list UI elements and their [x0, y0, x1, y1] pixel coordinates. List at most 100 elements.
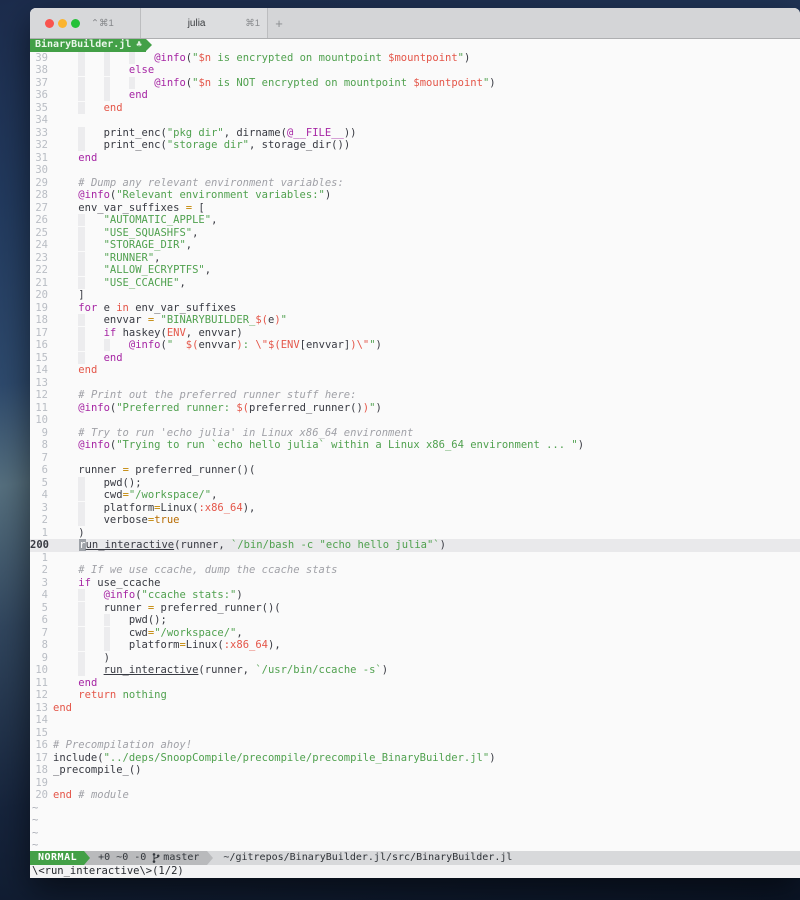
code-line[interactable]: 17include("../deps/SnoopCompile/precompi…: [30, 752, 800, 765]
indent-guide: [129, 52, 135, 64]
code-line[interactable]: 21 "USE_CCACHE",: [30, 277, 800, 290]
line-content: "ALLOW_ECRYPTFS",: [53, 264, 800, 277]
line-content: end: [53, 89, 800, 102]
code-line[interactable]: 3 platform=Linux(:x86_64),: [30, 502, 800, 515]
code-line[interactable]: 9 ): [30, 652, 800, 665]
line-number: 15: [30, 727, 48, 740]
code-line[interactable]: 17 if haskey(ENV, envvar): [30, 327, 800, 340]
code-line[interactable]: 28 @info("Relevant environment variables…: [30, 189, 800, 202]
code-line[interactable]: 25 "USE_SQUASHFS",: [30, 227, 800, 240]
indent-guide: [78, 639, 84, 651]
line-content: return nothing: [53, 689, 800, 702]
line-content: [53, 727, 800, 740]
indent-guide: [78, 264, 84, 276]
line-content: verbose=true: [53, 514, 800, 527]
line-content: pwd();: [53, 614, 800, 627]
code-line[interactable]: 22 "ALLOW_ECRYPTFS",: [30, 264, 800, 277]
code-line[interactable]: 20 ]: [30, 289, 800, 302]
code-line[interactable]: 2 verbose=true: [30, 514, 800, 527]
code-line[interactable]: 20end # module: [30, 789, 800, 802]
tab-julia[interactable]: julia ⌘1: [141, 8, 268, 38]
code-line[interactable]: 15 end: [30, 352, 800, 365]
code-line[interactable]: 19 for e in env_var_suffixes: [30, 302, 800, 315]
code-line[interactable]: 32 print_enc("storage dir", storage_dir(…: [30, 139, 800, 152]
code-line[interactable]: 7 cwd="/workspace/",: [30, 627, 800, 640]
tab-bar-empty-area: [290, 8, 800, 38]
code-line[interactable]: 13end: [30, 702, 800, 715]
code-line[interactable]: 13: [30, 377, 800, 390]
code-line[interactable]: 26 "AUTOMATIC_APPLE",: [30, 214, 800, 227]
code-line[interactable]: 10: [30, 414, 800, 427]
empty-line-tilde: ~: [30, 827, 800, 840]
code-line[interactable]: 14 end: [30, 364, 800, 377]
code-line[interactable]: 14: [30, 714, 800, 727]
search-match: run_interactive: [104, 664, 199, 676]
code-line[interactable]: 8 @info("Trying to run `echo hello julia…: [30, 439, 800, 452]
code-line[interactable]: 4 @info("ccache stats:"): [30, 589, 800, 602]
code-line[interactable]: 31 end: [30, 152, 800, 165]
code-line[interactable]: 8 platform=Linux(:x86_64),: [30, 639, 800, 652]
tilde-area: ~~~~: [30, 802, 800, 852]
line-content: @info("Preferred runner: $(preferred_run…: [53, 402, 800, 415]
code-line[interactable]: 5 pwd();: [30, 477, 800, 490]
line-content: end: [53, 364, 800, 377]
code-line[interactable]: 24 "STORAGE_DIR",: [30, 239, 800, 252]
code-line[interactable]: 1 ): [30, 527, 800, 540]
code-line[interactable]: 27 env_var_suffixes = [: [30, 202, 800, 215]
code-line[interactable]: 16 @info(" $(envvar): \"$(ENV[envvar])\"…: [30, 339, 800, 352]
code-line[interactable]: 29 # Dump any relevant environment varia…: [30, 177, 800, 190]
line-number: 10: [30, 664, 48, 677]
code-line[interactable]: 4 cwd="/workspace/",: [30, 489, 800, 502]
code-line[interactable]: 34: [30, 114, 800, 127]
code-line[interactable]: 18 envvar = "BINARYBUILDER_$(e)": [30, 314, 800, 327]
code-line[interactable]: 1: [30, 552, 800, 565]
code-line[interactable]: 19: [30, 777, 800, 790]
code-line-current[interactable]: 200 run_interactive(runner, `/bin/bash -…: [30, 539, 800, 552]
indent-guide: [78, 477, 84, 489]
new-tab-button[interactable]: +: [268, 8, 290, 38]
code-line[interactable]: 11 end: [30, 677, 800, 690]
code-line[interactable]: 6 pwd();: [30, 614, 800, 627]
code-line[interactable]: 5 runner = preferred_runner()(: [30, 602, 800, 615]
code-line[interactable]: 23 "RUNNER",: [30, 252, 800, 265]
code-line[interactable]: 2 # If we use ccache, dump the ccache st…: [30, 564, 800, 577]
code-line[interactable]: 35 end: [30, 102, 800, 115]
code-line[interactable]: 36 end: [30, 89, 800, 102]
code-line[interactable]: 3 if use_ccache: [30, 577, 800, 590]
code-line[interactable]: 30: [30, 164, 800, 177]
code-line[interactable]: 7: [30, 452, 800, 465]
line-number: 15: [30, 352, 48, 365]
code-line[interactable]: 33 print_enc("pkg dir", dirname(@__FILE_…: [30, 127, 800, 140]
git-branch-icon: [152, 852, 160, 864]
code-line[interactable]: 6 runner = preferred_runner()(: [30, 464, 800, 477]
zoom-window-button[interactable]: [71, 19, 80, 28]
line-content: @info(" $(envvar): \"$(ENV[envvar])\""): [53, 339, 800, 352]
line-number: 38: [30, 64, 48, 77]
code-line[interactable]: 10 run_interactive(runner, `/usr/bin/cca…: [30, 664, 800, 677]
indent-guide: [104, 77, 110, 89]
code-line[interactable]: 18_precompile_(): [30, 764, 800, 777]
close-window-button[interactable]: [45, 19, 54, 28]
line-content: pwd();: [53, 477, 800, 490]
code-line[interactable]: 12 return nothing: [30, 689, 800, 702]
line-number: 29: [30, 177, 48, 190]
code-line[interactable]: 12 # Print out the preferred runner stuf…: [30, 389, 800, 402]
code-line[interactable]: 38 else: [30, 64, 800, 77]
minimize-window-button[interactable]: [58, 19, 67, 28]
indent-guide: [78, 339, 84, 351]
line-content: ]: [53, 289, 800, 302]
code-line[interactable]: 37 @info("$n is NOT encrypted on mountpo…: [30, 77, 800, 90]
line-number: 2: [30, 564, 48, 577]
line-number: 11: [30, 677, 48, 690]
vim-editor[interactable]: BinaryBuilder.jl♣ 39 @info("$n is encryp…: [30, 39, 800, 851]
code-line[interactable]: 39 @info("$n is encrypted on mountpoint …: [30, 52, 800, 65]
code-line[interactable]: 16# Precompilation ahoy!: [30, 739, 800, 752]
indent-guide: [78, 514, 84, 526]
vim-statusline: NORMAL +0 ~0 -0 master ~/gitrepos/Binary…: [30, 851, 800, 865]
line-content: platform=Linux(:x86_64),: [53, 639, 800, 652]
code-line[interactable]: 15: [30, 727, 800, 740]
code-line[interactable]: 11 @info("Preferred runner: $(preferred_…: [30, 402, 800, 415]
code-line[interactable]: 9 # Try to run 'echo julia' in Linux x86…: [30, 427, 800, 440]
vim-command-line: \<run_interactive\>(1/2): [30, 865, 800, 878]
traffic-light-group: ⌃⌘1: [30, 8, 141, 38]
